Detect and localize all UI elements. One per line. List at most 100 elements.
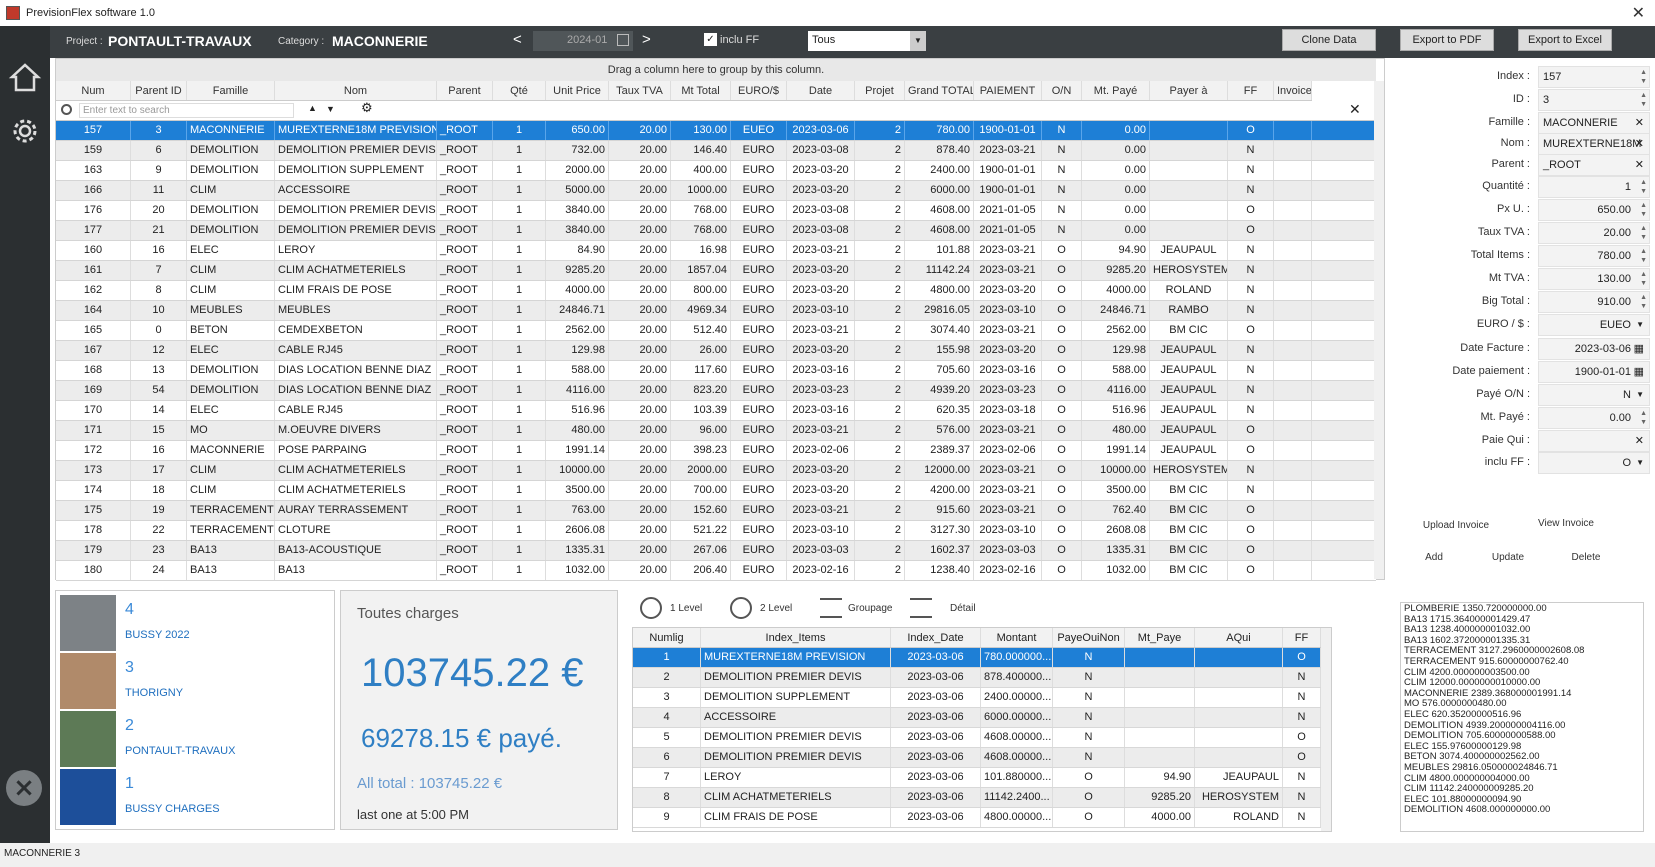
subgrid-row[interactable]: 4 ACCESSOIRE 2023-03-06 6000.00000... N N [633,708,1321,728]
calendar-icon[interactable]: ▦ [1634,362,1644,382]
table-row[interactable]: 159 6 DEMOLITION DEMOLITION PREMIER DEVIS _R… [56,141,1376,161]
detail-field-input[interactable]: MACONNERIE ✕ [1538,112,1650,134]
table-row[interactable]: 178 22 TERRACEMENT CLOTURE _ROOT 1 2606.08 20.0… [56,521,1376,541]
column-header[interactable]: Famille [187,81,275,100]
table-row[interactable]: 168 13 DEMOLITION DIAS LOCATION BENNE DIAZ _… [56,361,1376,381]
table-row[interactable]: 160 16 ELEC LEROY _ROOT 1 84.90 20.00 16.98 EURO 2… [56,241,1376,261]
subgrid-row[interactable]: 6 DEMOLITION PREMIER DEVIS 2023-03-06 4608.… [633,748,1321,768]
column-header[interactable]: Payer à [1150,81,1228,100]
detail-field-input[interactable]: O ▼ [1538,452,1650,474]
calendar-icon[interactable] [617,34,629,46]
column-header[interactable]: O/N [1042,81,1082,100]
table-row[interactable]: 167 12 ELEC CABLE RJ45 _ROOT 1 129.98 20.00 26.0… [56,341,1376,361]
detail-field-input[interactable]: MUREXTERNE18M PI✕ [1538,133,1650,170]
detail-field-input[interactable]: ✕ [1538,430,1650,452]
subgrid-column-header[interactable]: Index_Date [891,628,981,647]
subgrid-row[interactable]: 8 CLIM ACHATMETERIELS 2023-03-06 11142.2400… [633,788,1321,808]
detail-field-input[interactable]: 20.00 ▲ ▼ [1538,222,1650,244]
level2-button[interactable]: 2 Level [730,596,792,622]
calendar-icon[interactable]: ▦ [1634,339,1644,359]
level1-button[interactable]: 1 Level [640,596,702,622]
detail-field-input[interactable]: _ROOT ✕ [1538,154,1650,176]
project-card[interactable]: 3 THORIGNY [60,653,330,709]
project-card[interactable]: 2 PONTAULT-TRAVAUX [60,711,330,767]
spinner-icon[interactable]: ▲ ▼ [1640,270,1647,288]
chevron-down-icon[interactable]: ▼ [910,31,926,51]
delete-button[interactable]: Delete [1546,552,1626,563]
spinner-icon[interactable]: ▲ ▼ [1640,68,1647,86]
table-row[interactable]: 175 19 TERRACEMENT AURAY TERRASSEMENT _ROOT 1… [56,501,1376,521]
column-header[interactable]: Qté [493,81,546,100]
detail-field-input[interactable]: 650.00 ▲ ▼ [1538,199,1650,221]
detail-field-input[interactable]: 157 ▲ ▼ [1538,66,1650,88]
table-row[interactable]: 176 20 DEMOLITION DEMOLITION PREMIER DEVIS _… [56,201,1376,221]
column-header[interactable]: Num [56,81,131,100]
table-row[interactable]: 172 16 MACONNERIE POSE PARPAING _ROOT 1 1991.1… [56,441,1376,461]
detail-field-input[interactable]: 1 ▲ ▼ [1538,176,1650,198]
add-button[interactable]: Add [1394,552,1474,563]
close-icon[interactable]: × [6,770,42,806]
table-row[interactable]: 166 11 CLIM ACCESSOIRE _ROOT 1 5000.00 20.00 100… [56,181,1376,201]
detail-field-input[interactable]: 2023-03-06 ▦ [1538,338,1650,360]
column-header[interactable]: Parent [437,81,493,100]
table-row[interactable]: 163 9 DEMOLITION DEMOLITION SUPPLEMENT _ROOT… [56,161,1376,181]
project-card[interactable]: 1 BUSSY CHARGES [60,769,330,825]
project-card[interactable]: 4 BUSSY 2022 [60,595,330,651]
detail-field-input[interactable]: N ▼ [1538,384,1650,406]
group-panel[interactable]: Drag a column here to group by this colu… [56,59,1376,81]
subgrid-column-header[interactable]: Index_Items [701,628,891,647]
column-header[interactable]: Parent ID [131,81,187,100]
subgrid-row[interactable]: 1 MUREXTERNE18M PREVISION 2023-03-06 780.00… [633,648,1321,668]
detail-field-input[interactable]: 3 ▲ ▼ [1538,89,1650,111]
next-period-button[interactable]: > [642,31,651,48]
column-header[interactable]: Nom [275,81,437,100]
table-row[interactable]: 173 17 CLIM CLIM ACHATMETERIELS _ROOT 1 10000.… [56,461,1376,481]
subgrid-column-header[interactable]: Montant [981,628,1053,647]
groupage-button[interactable]: Groupage [820,596,892,622]
prev-period-button[interactable]: < [513,31,522,48]
clear-icon[interactable]: ✕ [1635,431,1644,451]
clear-icon[interactable]: ✕ [1635,155,1644,175]
table-row[interactable]: 179 23 BA13 BA13-ACOUSTIQUE _ROOT 1 1335.31 20.… [56,541,1376,561]
column-header[interactable]: Grand TOTAL [905,81,974,100]
clear-icon[interactable]: ✕ [1635,134,1644,154]
column-header[interactable]: FF [1228,81,1274,100]
home-icon[interactable] [8,60,42,94]
detail-field-input[interactable]: 780.00 ▲ ▼ [1538,245,1650,267]
settings-gear-icon[interactable]: ⚙ [361,101,373,116]
table-row[interactable]: 165 0 BETON CEMDEXBETON _ROOT 1 2562.00 20.00 51… [56,321,1376,341]
column-header[interactable]: PAIEMENT [974,81,1042,100]
update-button[interactable]: Update [1468,552,1548,563]
table-row[interactable]: 164 10 MEUBLES MEUBLES _ROOT 1 24846.71 20.00 49… [56,301,1376,321]
subgrid-row[interactable]: 7 LEROY 2023-03-06 101.880000... O 94.90 JEAUP… [633,768,1321,788]
chevron-down-icon[interactable]: ▼ [1636,385,1644,405]
table-row[interactable]: 162 8 CLIM CLIM FRAIS DE POSE _ROOT 1 4000.00 2… [56,281,1376,301]
chevron-down-icon[interactable]: ▼ [1636,315,1644,335]
column-header[interactable]: EURO/$ [731,81,787,100]
detail-field-input[interactable]: EUEO ▼ [1538,314,1650,336]
table-row[interactable]: 180 24 BA13 BA13 _ROOT 1 1032.00 20.00 206.40 EUR… [56,561,1376,581]
window-close-button[interactable]: ✕ [1632,3,1645,22]
export-pdf-button[interactable]: Export to PDF [1400,29,1494,51]
clear-icon[interactable]: ✕ [1635,113,1644,133]
inclu-ff-checkbox[interactable]: ✓ [704,33,717,46]
spinner-icon[interactable]: ▲ ▼ [1640,201,1647,219]
column-header[interactable]: Mt Total [671,81,731,100]
detail-button[interactable]: Détail [910,596,976,622]
subgrid-row[interactable]: 3 DEMOLITION SUPPLEMENT 2023-03-06 2400.000… [633,688,1321,708]
table-row[interactable]: 169 54 DEMOLITION DIAS LOCATION BENNE DIAZ _… [56,381,1376,401]
gear-icon[interactable] [8,114,42,148]
spinner-icon[interactable]: ▲ ▼ [1640,224,1647,242]
grid-scrollbar[interactable] [1374,81,1384,579]
subgrid-row[interactable]: 5 DEMOLITION PREMIER DEVIS 2023-03-06 4608.… [633,728,1321,748]
subgrid-column-header[interactable]: PayeOuiNon [1053,628,1125,647]
export-excel-button[interactable]: Export to Excel [1518,29,1612,51]
subgrid-column-header[interactable]: Numlig [633,628,701,647]
column-header[interactable]: Projet [855,81,905,100]
upload-invoice-button[interactable]: Upload Invoice [1416,520,1496,531]
subgrid-scrollbar[interactable] [1321,628,1331,831]
column-header[interactable]: Date [787,81,855,100]
subgrid-row[interactable]: 2 DEMOLITION PREMIER DEVIS 2023-03-06 878.4… [633,668,1321,688]
table-row[interactable]: 171 15 MO M.OEUVRE DIVERS _ROOT 1 480.00 20.00 9… [56,421,1376,441]
detail-field-input[interactable]: 910.00 ▲ ▼ [1538,291,1650,313]
